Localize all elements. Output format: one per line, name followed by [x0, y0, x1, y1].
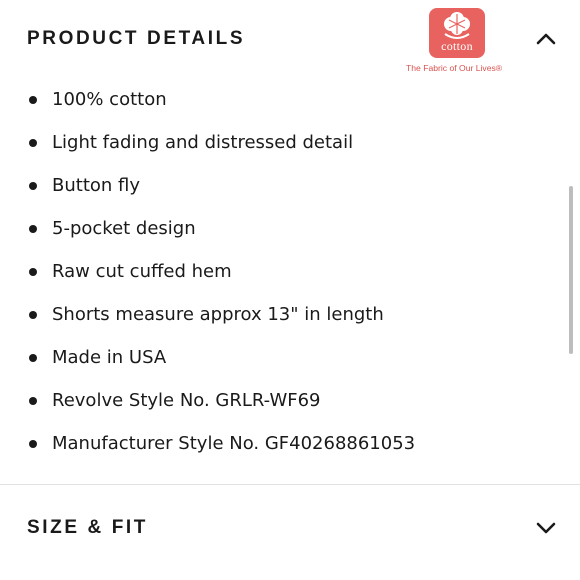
list-item: Light fading and distressed detail	[28, 121, 415, 164]
chevron-down-icon[interactable]	[532, 517, 560, 539]
size-fit-header[interactable]: SIZE & FIT	[27, 515, 560, 541]
cotton-logo-word: cotton	[441, 39, 473, 53]
cotton-logo-tagline: The Fabric of Our Lives®	[406, 63, 503, 73]
section-divider	[0, 484, 580, 485]
list-item: 5-pocket design	[28, 207, 415, 250]
cotton-logo-mark: cotton	[429, 8, 485, 58]
cotton-logo: cotton The Fabric of Our Lives®	[402, 8, 522, 76]
scrollbar-thumb[interactable]	[569, 186, 573, 354]
list-item: Made in USA	[28, 336, 415, 379]
product-details-title: PRODUCT DETAILS	[27, 28, 246, 49]
size-fit-title: SIZE & FIT	[27, 517, 148, 538]
list-item: Shorts measure approx 13" in length	[28, 293, 415, 336]
list-item: Raw cut cuffed hem	[28, 250, 415, 293]
chevron-up-icon[interactable]	[532, 28, 560, 50]
list-item: Manufacturer Style No. GF40268861053	[28, 422, 415, 465]
list-item: 100% cotton	[28, 78, 415, 121]
list-item: Button fly	[28, 164, 415, 207]
list-item: Revolve Style No. GRLR-WF69	[28, 379, 415, 422]
product-details-list: 100% cotton Light fading and distressed …	[28, 78, 415, 465]
